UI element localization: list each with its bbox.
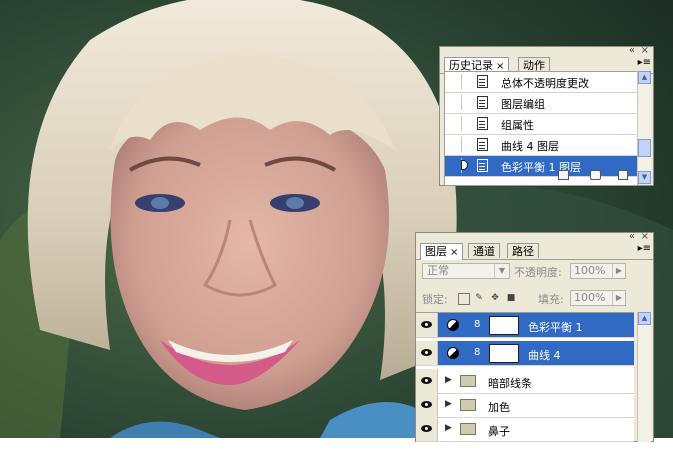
- history-footer: [440, 167, 653, 185]
- folder-icon: [460, 375, 476, 387]
- lock-position-move-icon[interactable]: ✥: [490, 293, 500, 303]
- history-item-label: 组属性: [501, 119, 534, 132]
- blend-opacity-row: 正常 ▼ 不透明度: 100% ▶: [420, 263, 647, 281]
- layer-mask-thumbnail[interactable]: [489, 344, 519, 363]
- history-item[interactable]: 曲线 4 图层: [445, 135, 637, 156]
- tab-close-icon[interactable]: ×: [450, 247, 458, 258]
- layer-row[interactable]: 8 曲线 4: [416, 341, 634, 366]
- adjustment-layer-icon: [447, 319, 459, 331]
- folder-icon: [460, 423, 476, 435]
- visibility-eye-icon[interactable]: [416, 369, 438, 393]
- mask-link-icon[interactable]: 8: [474, 319, 480, 330]
- collapse-icon[interactable]: «: [629, 45, 635, 56]
- close-icon[interactable]: ×: [641, 231, 649, 242]
- lock-image-brush-icon[interactable]: ✎: [474, 293, 484, 303]
- chevron-down-icon: ▼: [494, 264, 509, 278]
- new-snapshot-icon[interactable]: [590, 170, 601, 180]
- fill-label: 填充:: [538, 293, 564, 306]
- panel-titlebar[interactable]: « ×: [416, 231, 653, 242]
- history-item[interactable]: 组属性: [445, 114, 637, 135]
- layer-name: 曲线 4: [528, 349, 561, 362]
- layer-group-row[interactable]: ▶ 鼻子: [416, 417, 634, 442]
- close-icon[interactable]: ×: [641, 45, 649, 56]
- layers-tabs: 图层 × 通道 路径 ▸≡: [416, 242, 653, 260]
- panel-menu-icon[interactable]: ▸≡: [638, 243, 651, 254]
- opacity-slider-arrow-icon[interactable]: ▶: [612, 264, 625, 278]
- snapshot-source-box[interactable]: [447, 95, 462, 110]
- history-state-icon: [477, 138, 488, 151]
- history-item-label: 图层编组: [501, 98, 545, 111]
- trash-icon[interactable]: [618, 170, 628, 180]
- fill-input[interactable]: 100% ▶: [570, 290, 626, 306]
- history-item-label: 总体不透明度更改: [501, 77, 589, 90]
- layers-panel: « × 图层 × 通道 路径 ▸≡ 正常 ▼ 不透明度: 100% ▶ 锁定: ✎…: [415, 231, 654, 453]
- tab-paths[interactable]: 路径: [507, 243, 539, 258]
- panel-titlebar[interactable]: « ×: [440, 45, 653, 56]
- panel-menu-icon[interactable]: ▸≡: [638, 57, 651, 68]
- lock-all-padlock-icon[interactable]: ■: [506, 293, 516, 303]
- history-state-icon: [477, 96, 488, 109]
- snapshot-source-box[interactable]: [447, 116, 462, 131]
- tab-layers-label: 图层: [425, 245, 447, 258]
- mask-link-icon[interactable]: 8: [474, 347, 480, 358]
- layer-group-row[interactable]: ▶ 暗部线条: [416, 369, 634, 394]
- snapshot-source-box[interactable]: [447, 74, 462, 89]
- opacity-input[interactable]: 100% ▶: [570, 263, 626, 279]
- visibility-eye-icon[interactable]: [416, 417, 438, 441]
- fill-value: 100%: [574, 291, 606, 304]
- scroll-up-icon[interactable]: ▲: [638, 71, 651, 84]
- tab-paths-label: 路径: [512, 245, 534, 258]
- visibility-eye-icon[interactable]: [416, 393, 438, 417]
- tab-actions[interactable]: 动作: [518, 57, 550, 72]
- history-state-icon: [477, 117, 488, 130]
- lock-label: 锁定:: [422, 293, 448, 306]
- visibility-eye-icon[interactable]: [416, 341, 438, 365]
- layer-row[interactable]: 8 色彩平衡 1: [416, 313, 634, 338]
- folder-icon: [460, 399, 476, 411]
- new-document-icon[interactable]: [558, 170, 569, 180]
- expand-triangle-icon[interactable]: ▶: [445, 423, 452, 433]
- history-panel: « × 历史记录 × 动作 ▸≡ 总体不透明度更改 图层编组 组属性 曲线 4 …: [439, 45, 654, 186]
- collapse-icon[interactable]: «: [629, 231, 635, 242]
- layer-name: 加色: [488, 401, 510, 414]
- tab-channels-label: 通道: [473, 245, 495, 258]
- history-item-label: 曲线 4 图层: [501, 140, 559, 153]
- opacity-label: 不透明度:: [514, 266, 562, 279]
- layer-group-row[interactable]: ▶ 加色: [416, 393, 634, 418]
- expand-triangle-icon[interactable]: ▶: [445, 375, 452, 385]
- adjustment-layer-icon: [447, 347, 459, 359]
- layers-scrollbar[interactable]: ▲: [637, 312, 651, 442]
- scroll-thumb[interactable]: [638, 139, 651, 157]
- tab-layers[interactable]: 图层 ×: [420, 243, 464, 260]
- fill-slider-arrow-icon[interactable]: ▶: [612, 291, 625, 305]
- lock-transparent-icon[interactable]: [458, 293, 470, 305]
- lock-fill-row: 锁定: ✎ ✥ ■ 填充: 100% ▶: [420, 290, 647, 308]
- layer-name: 鼻子: [488, 425, 510, 438]
- blend-mode-select[interactable]: 正常 ▼: [422, 263, 510, 279]
- layers-list: 8 色彩平衡 1 8 曲线 4 ▶ 暗部线条 ▶ 加色 ▶ 鼻子: [416, 312, 634, 453]
- scroll-up-icon[interactable]: ▲: [638, 312, 651, 325]
- expand-triangle-icon[interactable]: ▶: [445, 399, 452, 409]
- blend-mode-value: 正常: [427, 264, 449, 277]
- tab-channels[interactable]: 通道: [468, 243, 500, 258]
- layer-mask-thumbnail[interactable]: [489, 316, 519, 335]
- history-item[interactable]: 图层编组: [445, 93, 637, 114]
- opacity-value: 100%: [574, 264, 606, 277]
- visibility-eye-icon[interactable]: [416, 313, 438, 337]
- layer-name: 暗部线条: [488, 377, 532, 390]
- history-state-icon: [477, 75, 488, 88]
- layer-name: 色彩平衡 1: [528, 321, 583, 334]
- history-item[interactable]: 总体不透明度更改: [445, 72, 637, 93]
- snapshot-source-box[interactable]: [447, 137, 462, 152]
